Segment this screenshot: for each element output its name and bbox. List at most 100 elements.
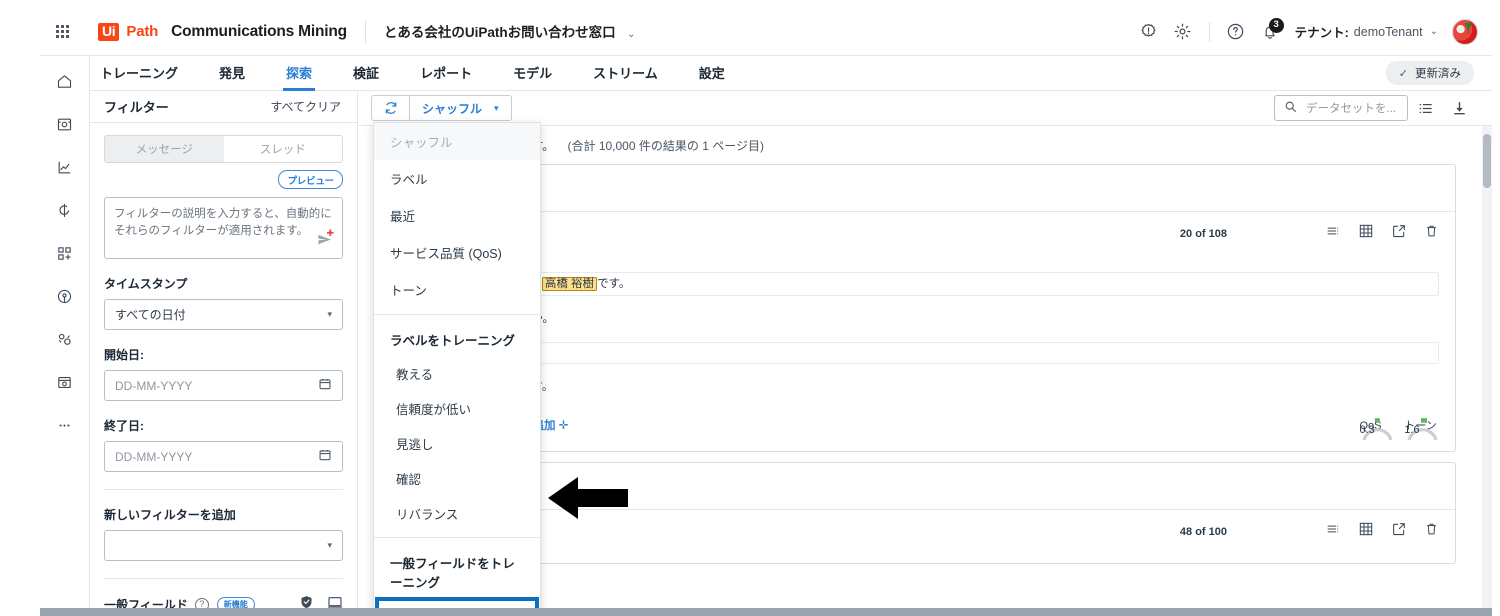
archive-icon[interactable] bbox=[52, 369, 78, 395]
brand-logo[interactable]: Ui Path Communications Mining bbox=[98, 22, 347, 41]
scrollbar-thumb[interactable] bbox=[40, 608, 1492, 616]
download-icon[interactable] bbox=[1442, 95, 1476, 121]
send-plus-icon[interactable]: ✚ bbox=[316, 228, 334, 252]
timestamp-select[interactable]: すべての日付 ▾ bbox=[104, 299, 343, 330]
home-icon[interactable] bbox=[52, 68, 78, 94]
message-body-line: よろしくお願いいたします。 bbox=[398, 375, 1439, 399]
tone-gauge: 1.6 トーン bbox=[1402, 416, 1439, 441]
menu-group-train-general-fields: 一般フィールドをトレーニング bbox=[390, 557, 515, 590]
automation-icon[interactable] bbox=[52, 326, 78, 352]
flow-icon[interactable] bbox=[52, 197, 78, 223]
top-bar-actions: 3 テナント: demoTenant ⌄ bbox=[1132, 15, 1492, 49]
message-sender-email: 送元: sales@sample.demo bbox=[382, 544, 1455, 563]
tab-settings[interactable]: 設定 bbox=[699, 63, 725, 91]
menu-group-train-labels: ラベルをトレーニング bbox=[390, 334, 516, 348]
chevron-down-icon[interactable]: ⌄ bbox=[1430, 26, 1438, 37]
trash-icon[interactable] bbox=[1424, 521, 1439, 542]
tab-training[interactable]: トレーニング bbox=[100, 63, 178, 91]
target-icon[interactable] bbox=[52, 283, 78, 309]
segment-threads[interactable]: スレッド bbox=[224, 136, 343, 162]
tab-reports[interactable]: レポート bbox=[420, 63, 472, 91]
app-screenshot: Ui Path Communications Mining とある会社のUiPa… bbox=[0, 0, 1500, 616]
page-margin bbox=[0, 0, 40, 616]
brand-path-text: Path bbox=[126, 23, 159, 40]
divider bbox=[104, 578, 343, 579]
filter-description-input[interactable]: フィルターの説明を入力すると、自動的にそれらのフィルターが適用されます。 ✚ bbox=[104, 197, 343, 259]
start-date-input[interactable]: DD-MM-YYYY bbox=[104, 370, 343, 401]
message-thread-toggle[interactable]: メッセージ スレッド bbox=[104, 135, 343, 163]
trash-icon[interactable] bbox=[1424, 223, 1439, 244]
menu-item-qos[interactable]: サービス品質 (QoS) bbox=[374, 234, 540, 271]
table-grid-icon[interactable] bbox=[1358, 223, 1374, 244]
search-input[interactable]: データセットを... bbox=[1274, 95, 1408, 121]
annotation-arrow-icon bbox=[546, 474, 630, 522]
menu-item-recent[interactable]: 最近 bbox=[374, 197, 540, 234]
tab-model[interactable]: モデル bbox=[513, 63, 552, 91]
monitor-icon[interactable] bbox=[327, 594, 343, 608]
divider bbox=[104, 489, 343, 490]
general-fields-label: 一般フィールド bbox=[104, 598, 188, 608]
gear-icon[interactable] bbox=[1166, 15, 1200, 49]
add-new-filter-select[interactable]: ▾ bbox=[104, 530, 343, 561]
menu-item-label[interactable]: ラベル bbox=[374, 160, 540, 197]
segment-messages[interactable]: メッセージ bbox=[105, 136, 224, 162]
message-card[interactable]: もり依頼 mpany5 ▾ 20 of 108 bbox=[381, 164, 1456, 452]
avatar[interactable] bbox=[1452, 18, 1478, 45]
left-icon-rail bbox=[40, 56, 90, 608]
list-lines-icon[interactable] bbox=[1325, 224, 1341, 243]
chart-line-icon[interactable] bbox=[52, 154, 78, 180]
more-dots-icon[interactable] bbox=[52, 412, 78, 438]
project-selector[interactable]: とある会社のUiPathお問い合わせ窓口 ⌄ bbox=[384, 21, 636, 42]
entity-highlight[interactable]: 高橋 裕樹 bbox=[541, 277, 598, 291]
table-grid-icon[interactable] bbox=[1358, 521, 1374, 542]
divider bbox=[374, 537, 540, 538]
add-module-icon[interactable] bbox=[52, 240, 78, 266]
primary-nav-tabs: トレーニング 発見 探索 検証 レポート モデル ストリーム 設定 ✓ 更新済み bbox=[40, 56, 1492, 91]
filter-panel-title: フィルター bbox=[104, 100, 169, 115]
shield-check-icon[interactable] bbox=[299, 594, 314, 608]
list-lines-icon[interactable] bbox=[1325, 522, 1341, 541]
horizontal-scrollbar[interactable] bbox=[40, 608, 1492, 616]
calendar-icon[interactable] bbox=[318, 377, 332, 394]
tab-validation[interactable]: 検証 bbox=[353, 63, 379, 91]
scrollbar-thumb[interactable] bbox=[1483, 134, 1491, 188]
help-circle-icon[interactable]: ? bbox=[194, 597, 209, 608]
alert-circle-icon[interactable] bbox=[1132, 15, 1166, 49]
shuffle-dropdown-button[interactable]: シャッフル ▾ bbox=[409, 95, 512, 121]
menu-item-check-label[interactable]: 確認 bbox=[374, 461, 540, 496]
menu-item-low-confidence[interactable]: 信頼度が低い bbox=[374, 391, 540, 426]
divider bbox=[1208, 21, 1210, 42]
filter-panel-header: フィルター すべてクリア bbox=[90, 91, 357, 123]
notification-count-badge: 3 bbox=[1268, 17, 1284, 33]
open-external-icon[interactable] bbox=[1391, 521, 1407, 542]
open-external-icon[interactable] bbox=[1391, 223, 1407, 244]
divider bbox=[364, 20, 366, 43]
chevron-down-icon: ⌄ bbox=[627, 29, 636, 40]
list-view-icon[interactable] bbox=[1408, 95, 1442, 121]
tab-explore[interactable]: 探索 bbox=[283, 63, 316, 91]
menu-item-tone[interactable]: トーン bbox=[374, 271, 540, 308]
tab-streams[interactable]: ストリーム bbox=[593, 63, 658, 91]
message-card[interactable]: する資料請求 mpany2 ▾ 48 of 100 bbox=[381, 462, 1456, 564]
clear-all-button[interactable]: すべてクリア bbox=[270, 98, 341, 115]
end-date-input[interactable]: DD-MM-YYYY bbox=[104, 441, 343, 472]
tenant-value[interactable]: demoTenant bbox=[1354, 25, 1423, 39]
results-toolbar: シャッフル ▾ データセットを... bbox=[359, 91, 1492, 126]
vertical-scrollbar[interactable] bbox=[1482, 126, 1492, 608]
chevron-down-icon: ▾ bbox=[327, 540, 332, 550]
menu-item-rebalance[interactable]: リバランス bbox=[374, 496, 540, 531]
refresh-icon[interactable] bbox=[371, 95, 409, 121]
menu-item-missed-label[interactable]: 見逃し bbox=[374, 426, 540, 461]
bell-icon[interactable]: 3 bbox=[1253, 15, 1287, 49]
message-text: です。 bbox=[597, 278, 631, 290]
timestamp-label: タイムスタンプ bbox=[104, 277, 188, 291]
status-badge: ✓ 更新済み bbox=[1385, 61, 1474, 85]
help-circle-icon[interactable] bbox=[1219, 15, 1253, 49]
tab-discover[interactable]: 発見 bbox=[219, 63, 245, 91]
page-margin bbox=[1492, 0, 1500, 616]
dataset-icon[interactable] bbox=[52, 111, 78, 137]
apps-grid-icon[interactable] bbox=[40, 25, 84, 38]
calendar-icon[interactable] bbox=[318, 448, 332, 465]
message-body-line: ます。株式会社中村水産の高橋 裕樹です。 bbox=[398, 272, 1439, 296]
menu-item-teach-label[interactable]: 教える bbox=[374, 356, 540, 391]
